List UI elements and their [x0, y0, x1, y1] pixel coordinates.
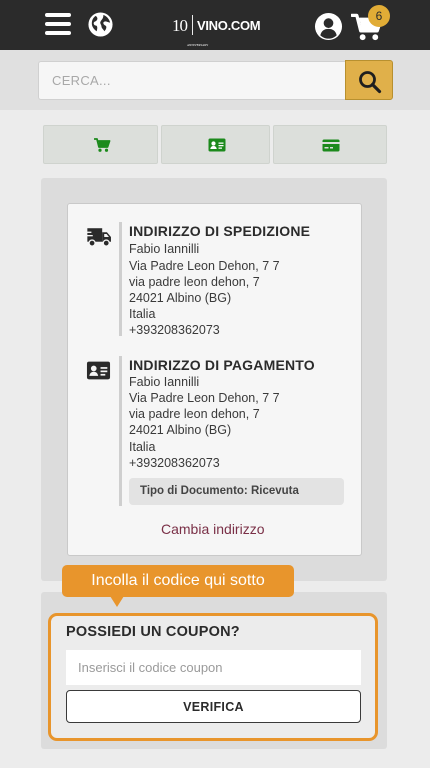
id-card-icon [86, 361, 111, 380]
menu-icon[interactable] [45, 12, 71, 36]
shipping-name: Fabio Iannilli [129, 242, 200, 256]
billing-country: Italia [129, 440, 156, 454]
shipping-title: INDIRIZZO DI SPEDIZIONE [129, 223, 311, 239]
billing-name: Fabio Iannilli [129, 375, 200, 389]
billing-city: 24021 Albino (BG) [129, 423, 232, 437]
coupon-title: POSSIEDI UN COUPON? [66, 624, 240, 640]
logo-sub: ANNIVERSARY [187, 43, 209, 47]
step-payment[interactable] [273, 125, 387, 164]
shipping-city: 24021 Albino (BG) [129, 291, 232, 305]
cart-count-badge: 6 [368, 5, 390, 27]
shipping-street2: via padre leon dehon, 7 [129, 275, 260, 289]
logo-text: VINO.COM [197, 17, 261, 33]
globe-icon[interactable] [87, 11, 114, 38]
user-icon[interactable] [314, 12, 343, 41]
step-cart[interactable] [43, 125, 158, 164]
billing-street: Via Padre Leon Dehon, 7 7 [129, 391, 280, 405]
search-bar [0, 50, 430, 110]
billing-phone: +393208362073 [129, 456, 220, 470]
logo-divider [192, 15, 193, 35]
shipping-street: Via Padre Leon Dehon, 7 7 [129, 259, 280, 273]
document-type-badge: Tipo di Documento: Ricevuta [129, 478, 344, 505]
truck-icon [86, 228, 111, 247]
search-button[interactable] [345, 60, 393, 100]
coupon-tooltip: Incolla il codice qui sotto [62, 565, 294, 597]
search-icon [359, 71, 382, 94]
tooltip-arrow [110, 596, 124, 607]
shipping-phone: +393208362073 [129, 323, 220, 337]
billing-title: INDIRIZZO DI PAGAMENTO [129, 357, 315, 373]
site-logo[interactable]: 10 ANNIVERSARY VINO.COM [172, 12, 261, 47]
verify-button[interactable]: VERIFICA [66, 690, 361, 723]
search-input[interactable] [38, 61, 347, 100]
logo-number: 10 [172, 15, 188, 35]
top-header: 10 ANNIVERSARY VINO.COM 6 [0, 0, 430, 50]
divider-line [119, 222, 122, 336]
id-card-icon [208, 138, 226, 152]
step-address[interactable] [161, 125, 270, 164]
shipping-country: Italia [129, 307, 156, 321]
coupon-code-input[interactable] [66, 650, 361, 685]
credit-card-icon [322, 139, 340, 152]
divider-line [119, 356, 122, 506]
change-address-link[interactable]: Cambia indirizzo [161, 521, 264, 537]
cart-icon [94, 138, 111, 152]
billing-street2: via padre leon dehon, 7 [129, 407, 260, 421]
